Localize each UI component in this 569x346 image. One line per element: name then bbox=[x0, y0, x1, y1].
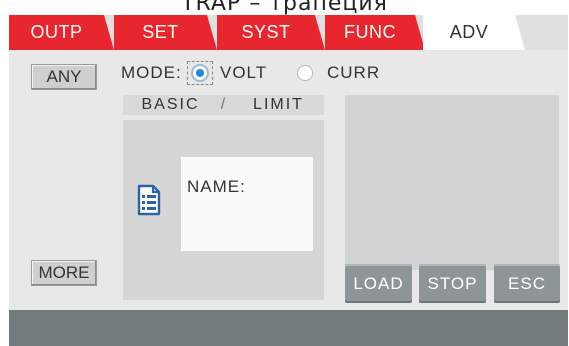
page-caption: TRAP – трапеция bbox=[181, 0, 388, 16]
tab-adv[interactable]: ADV bbox=[423, 15, 525, 50]
tab-func-label: FUNC bbox=[344, 22, 396, 42]
tab-func[interactable]: FUNC bbox=[325, 15, 425, 50]
name-box[interactable]: NAME: bbox=[181, 157, 313, 251]
tab-syst-label: SYST bbox=[241, 22, 291, 42]
tab-outp-label: OUTP bbox=[30, 22, 83, 42]
any-button[interactable]: ANY bbox=[31, 64, 97, 90]
instrument-screen: OUTP SET SYST FUNC ADV ANY MORE MODE: VO… bbox=[9, 15, 568, 346]
preview-area bbox=[345, 95, 559, 270]
mode-label: MODE: bbox=[121, 63, 182, 82]
document-list-icon bbox=[137, 184, 161, 216]
subtab-bar: BASIC / LIMIT bbox=[123, 95, 324, 115]
tab-set-label: SET bbox=[142, 22, 179, 42]
tab-bar: OUTP SET SYST FUNC ADV bbox=[9, 15, 568, 50]
volt-label: VOLT bbox=[220, 63, 268, 82]
esc-button[interactable]: ESC bbox=[494, 264, 560, 303]
tab-adv-label: ADV bbox=[449, 22, 489, 42]
tab-set[interactable]: SET bbox=[114, 15, 217, 50]
name-label: NAME: bbox=[187, 177, 246, 196]
tab-syst[interactable]: SYST bbox=[217, 15, 325, 50]
more-button[interactable]: MORE bbox=[31, 260, 97, 286]
status-footer bbox=[9, 310, 568, 346]
subtab-separator: / bbox=[220, 96, 228, 113]
curr-radio[interactable] bbox=[297, 65, 313, 81]
curr-label: CURR bbox=[327, 63, 381, 82]
load-button[interactable]: LOAD bbox=[345, 264, 412, 303]
tab-outp[interactable]: OUTP bbox=[9, 15, 114, 50]
subtab-limit[interactable]: LIMIT bbox=[233, 95, 324, 115]
subtab-basic[interactable]: BASIC bbox=[123, 95, 218, 115]
volt-radio[interactable] bbox=[191, 64, 209, 82]
stop-button[interactable]: STOP bbox=[419, 264, 486, 303]
